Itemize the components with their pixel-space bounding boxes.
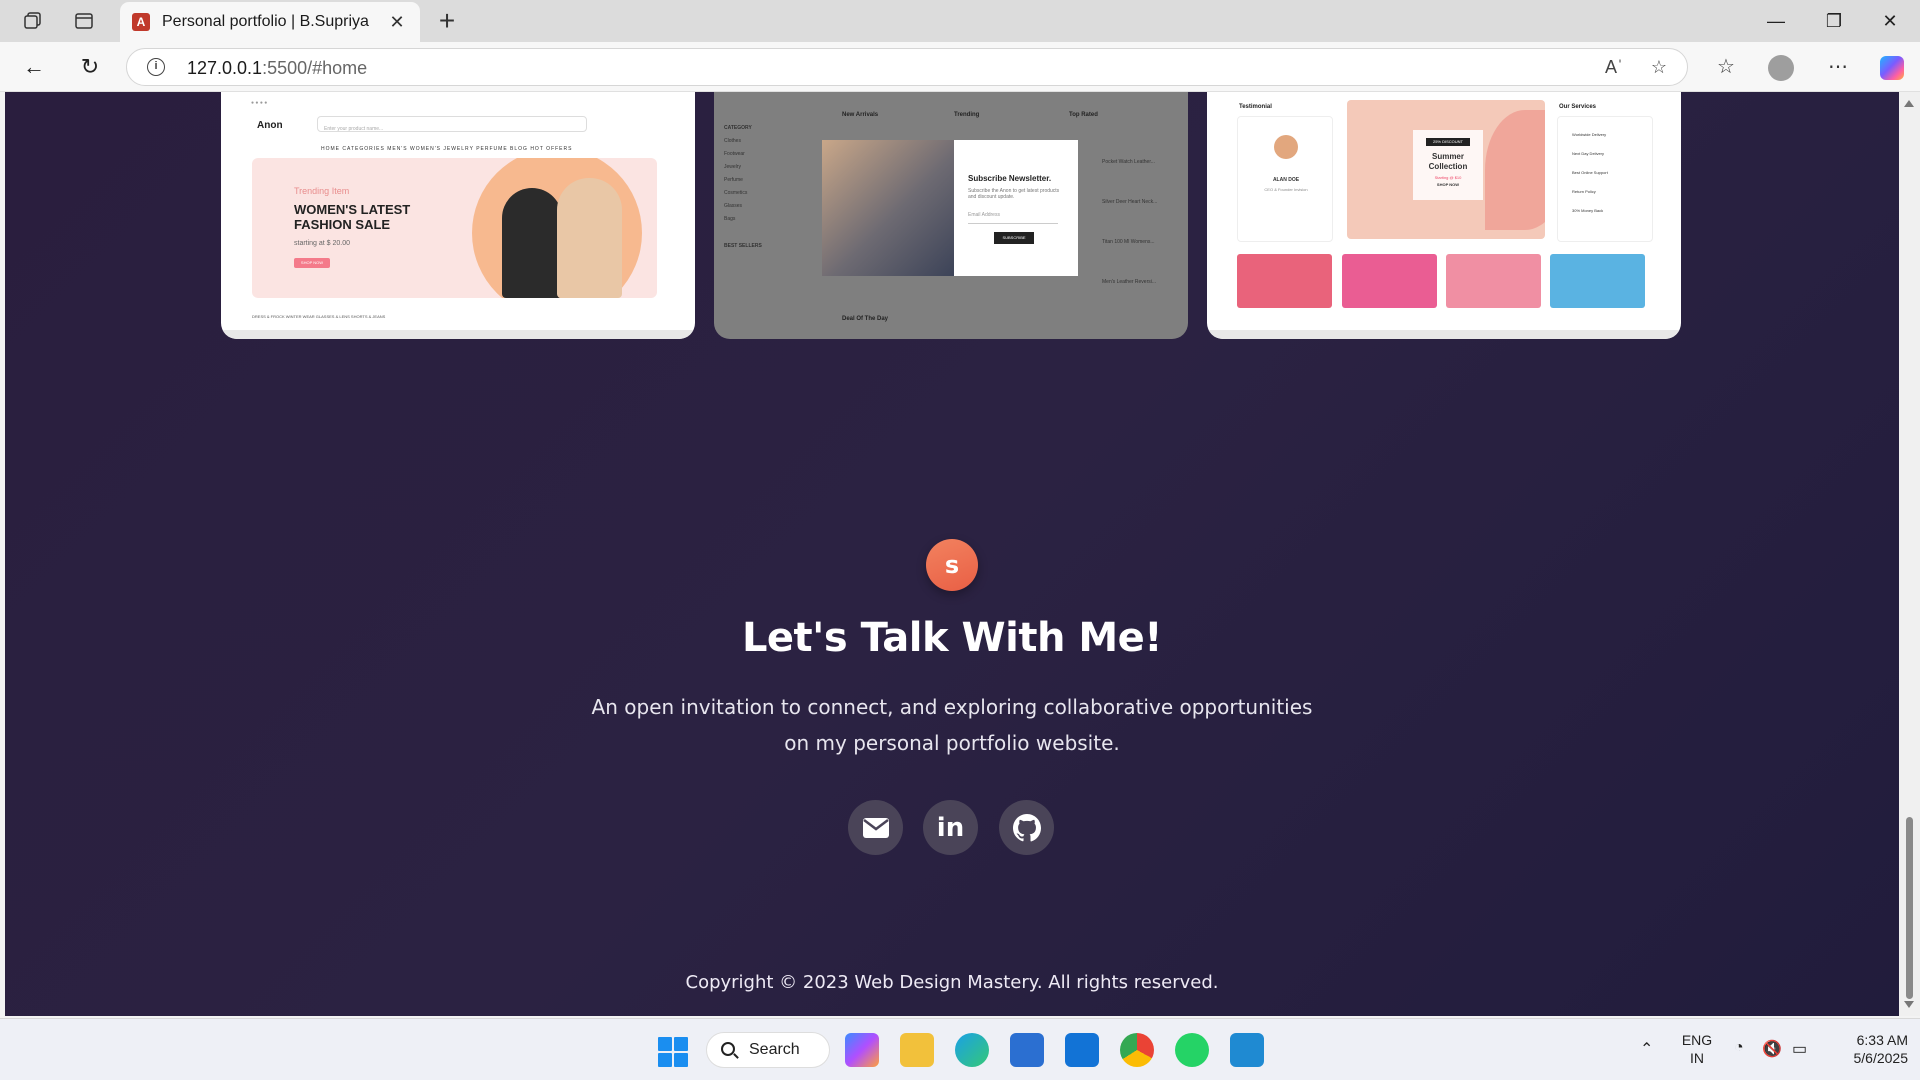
contact-heading: Let's Talk With Me! bbox=[741, 615, 1163, 661]
page-content: ● ● ● ● Anon Enter your product name... … bbox=[5, 92, 1899, 1016]
whatsapp-icon[interactable] bbox=[1175, 1033, 1209, 1067]
restore-icon[interactable]: ❐ bbox=[1814, 8, 1854, 34]
battery-icon[interactable]: ▭ bbox=[1792, 1039, 1807, 1059]
scroll-up-icon[interactable] bbox=[1904, 100, 1914, 107]
card-category-tile bbox=[1446, 254, 1541, 308]
vscode-icon[interactable] bbox=[1230, 1033, 1264, 1067]
hero-model-image bbox=[557, 178, 622, 298]
address-bar-row: ← ↻ i 127.0.0.1:5500/#home Aˈ ☆ ☆ ⋯ bbox=[0, 42, 1920, 92]
start-icon[interactable] bbox=[658, 1037, 688, 1067]
hero-trending: Trending Item bbox=[294, 186, 350, 196]
card-services-box: Worldwide Delivery Next Day Delivery Bes… bbox=[1557, 116, 1653, 242]
hero-model-image bbox=[502, 188, 562, 298]
edge-icon[interactable] bbox=[955, 1033, 989, 1067]
site-favicon-icon: A bbox=[132, 13, 150, 31]
back-icon[interactable]: ← bbox=[18, 52, 50, 82]
card-testimonial-box: ALAN DOE CEO & Founder Invision bbox=[1237, 116, 1333, 242]
search-icon bbox=[721, 1042, 735, 1056]
read-aloud-icon[interactable]: Aˈ bbox=[1602, 57, 1626, 78]
close-tab-icon[interactable]: ✕ bbox=[386, 12, 408, 33]
language-indicator[interactable]: ENG IN bbox=[1676, 1031, 1718, 1067]
github-button[interactable] bbox=[999, 800, 1054, 855]
banner-leaf bbox=[1485, 110, 1545, 230]
outlook-icon[interactable] bbox=[1065, 1033, 1099, 1067]
modal-subscribe-button: SUBSCRIBE bbox=[994, 232, 1034, 244]
mail-icon bbox=[862, 817, 889, 838]
scroll-down-icon[interactable] bbox=[1904, 1001, 1914, 1008]
chrome-icon[interactable] bbox=[1120, 1033, 1154, 1067]
card-services-title: Our Services bbox=[1559, 104, 1597, 110]
card-nav: HOME CATEGORIES MEN'S WOMEN'S JEWELRY PE… bbox=[321, 146, 573, 152]
site-info-icon[interactable]: i bbox=[147, 58, 165, 76]
card-mini-taskbar bbox=[221, 330, 695, 339]
card-mini-taskbar bbox=[1207, 330, 1681, 339]
taskbar-search-label: Search bbox=[749, 1041, 800, 1058]
linkedin-button[interactable]: in bbox=[923, 800, 978, 855]
card-shop-logo: Anon bbox=[257, 120, 283, 131]
favorites-icon[interactable]: ☆ bbox=[1710, 52, 1742, 82]
card-categories: DRESS & FROCK WINTER WEAR GLASSES & LENS… bbox=[252, 314, 386, 319]
card-category-tile bbox=[1550, 254, 1645, 308]
clock[interactable]: 6:33 AM 5/6/2025 bbox=[1828, 1031, 1909, 1067]
linkedin-icon: in bbox=[936, 812, 965, 843]
card-search-box: Enter your product name... bbox=[317, 116, 587, 132]
card-category-tile bbox=[1237, 254, 1332, 308]
contact-description: An open invitation to connect, and explo… bbox=[591, 695, 1313, 755]
copilot-app-icon[interactable] bbox=[845, 1033, 879, 1067]
copyright-text: Copyright © 2023 Web Design Mastery. All… bbox=[685, 972, 1219, 993]
url-text: 127.0.0.1:5500/#home bbox=[187, 58, 368, 78]
show-hidden-icons-icon[interactable]: ⌃ bbox=[1640, 1039, 1653, 1059]
refresh-icon[interactable]: ↻ bbox=[74, 52, 106, 82]
project-card-fashion[interactable]: ● ● ● ● Anon Enter your product name... … bbox=[221, 92, 695, 339]
modal-text: Subscribe the Anon to get latest product… bbox=[968, 188, 1060, 200]
card-summer-banner: 25% DISCOUNT Summer Collection Starting @… bbox=[1347, 100, 1545, 239]
volume-muted-icon[interactable]: 🔇 bbox=[1762, 1039, 1782, 1059]
page-scrollbar[interactable] bbox=[1899, 92, 1920, 1016]
scroll-thumb[interactable] bbox=[1906, 817, 1913, 999]
favorite-star-icon[interactable]: ☆ bbox=[1647, 57, 1671, 78]
hero-shop-button: SHOP NOW bbox=[294, 258, 330, 268]
tab-active[interactable]: A Personal portfolio | B.Supriya ✕ bbox=[120, 2, 420, 42]
testimonial-avatar bbox=[1274, 135, 1298, 159]
project-card-summer[interactable]: Testimonial ALAN DOE CEO & Founder Invis… bbox=[1207, 92, 1681, 339]
hero-headline: WOMEN'S LATEST FASHION SALE bbox=[294, 202, 411, 232]
project-card-newsletter[interactable]: New Arrivals Trending Top Rated CATEGORY… bbox=[714, 92, 1188, 339]
copilot-icon[interactable] bbox=[1880, 56, 1904, 80]
profile-avatar[interactable] bbox=[1768, 55, 1794, 81]
tab-title: Personal portfolio | B.Supriya bbox=[162, 13, 369, 30]
card-newsletter-modal: Subscribe Newsletter. Subscribe the Anon… bbox=[822, 140, 1078, 276]
card-product-list: Pocket Watch Leather... Silver Deer Hear… bbox=[1102, 159, 1158, 285]
url-field[interactable]: i 127.0.0.1:5500/#home Aˈ ☆ bbox=[126, 48, 1688, 86]
workspaces-icon[interactable] bbox=[18, 8, 48, 34]
store-icon[interactable] bbox=[1010, 1033, 1044, 1067]
tab-actions-icon[interactable] bbox=[69, 8, 99, 34]
modal-title: Subscribe Newsletter. bbox=[968, 174, 1052, 183]
windows-taskbar: Search ⌃ ENG IN ◔ 🔇 ▭ 6:33 AM 5/6/2025 bbox=[0, 1018, 1920, 1080]
card-topbar: ● ● ● ● bbox=[251, 100, 268, 106]
card-hero-banner: Trending Item WOMEN'S LATEST FASHION SALE… bbox=[252, 158, 657, 298]
banner-card: 25% DISCOUNT Summer Collection Starting @… bbox=[1413, 130, 1483, 200]
card-testimonial-title: Testimonial bbox=[1239, 104, 1272, 110]
card-label: Top Rated bbox=[1069, 112, 1098, 118]
wifi-icon[interactable]: ◔ bbox=[1734, 1039, 1744, 1057]
brand-logo: s bbox=[926, 539, 978, 591]
taskbar-search[interactable]: Search bbox=[706, 1032, 830, 1068]
card-label: New Arrivals bbox=[842, 112, 879, 118]
card-deal-label: Deal Of The Day bbox=[842, 316, 889, 322]
minimize-icon[interactable]: — bbox=[1756, 8, 1796, 34]
tab-strip: A Personal portfolio | B.Supriya ✕ + — ❐… bbox=[0, 0, 1920, 42]
card-category-tile bbox=[1342, 254, 1437, 308]
new-tab-button[interactable]: + bbox=[432, 6, 462, 36]
file-explorer-icon[interactable] bbox=[900, 1033, 934, 1067]
modal-photo bbox=[822, 140, 954, 276]
card-category-list: CATEGORY Clothes Footwear Jewelry Perfum… bbox=[724, 125, 762, 249]
more-options-icon[interactable]: ⋯ bbox=[1822, 52, 1854, 82]
close-window-icon[interactable]: ✕ bbox=[1870, 8, 1910, 34]
github-icon bbox=[1012, 813, 1041, 841]
modal-input: Email Address bbox=[968, 212, 1058, 224]
hero-price: starting at $ 20.00 bbox=[294, 240, 351, 247]
email-button[interactable] bbox=[848, 800, 903, 855]
card-label: Trending bbox=[954, 112, 980, 118]
